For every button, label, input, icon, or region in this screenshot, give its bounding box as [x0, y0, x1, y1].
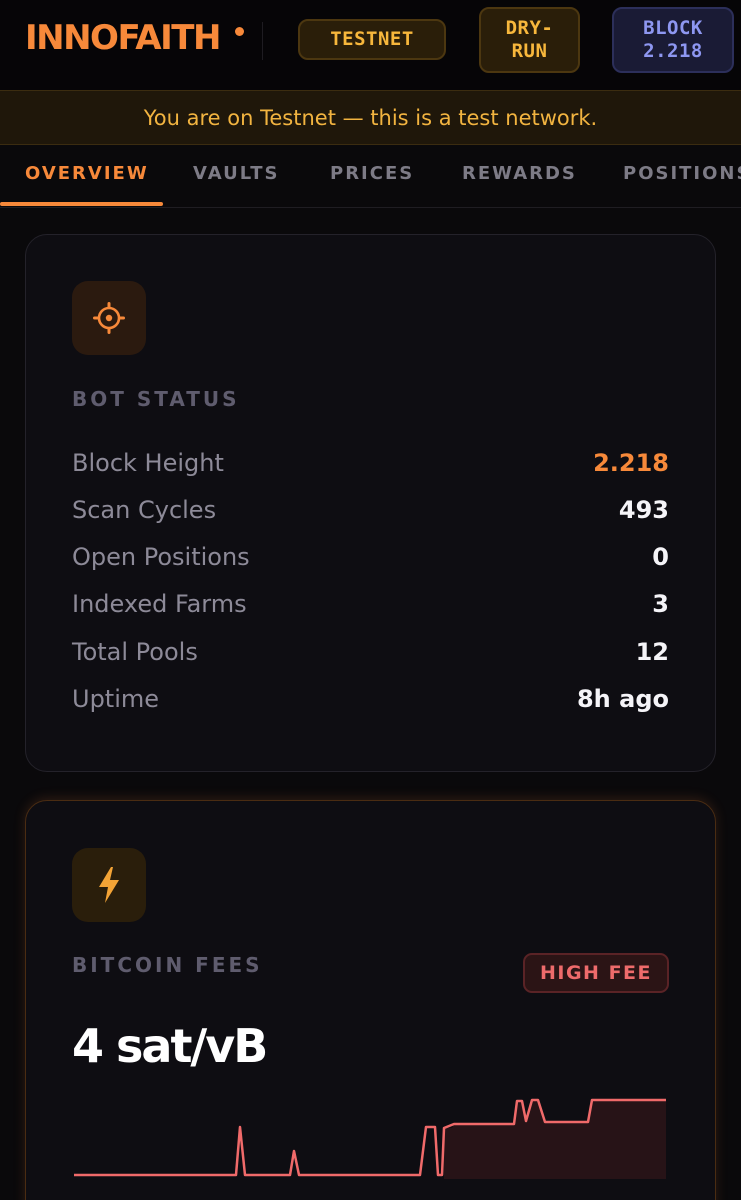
tab-rewards[interactable]: REWARDS — [462, 146, 577, 207]
stat-value: 12 — [635, 638, 669, 666]
tab-bar: OVERVIEW VAULTS PRICES REWARDS POSITIONS — [0, 146, 741, 208]
stat-label: Uptime — [72, 685, 160, 713]
stat-label: Open Positions — [72, 543, 250, 571]
header-divider — [262, 22, 263, 60]
stat-row-indexed-farms: Indexed Farms 3 — [72, 590, 669, 630]
dry-run-badge[interactable]: DRY- RUN — [479, 7, 580, 73]
stat-value: 3 — [652, 590, 669, 618]
stat-row-scan-cycles: Scan Cycles 493 — [72, 496, 669, 536]
stat-value: 0 — [652, 543, 669, 571]
bot-status-card: BOT STATUS Block Height 2.218 Scan Cycle… — [25, 234, 716, 772]
active-tab-indicator — [0, 202, 163, 206]
fee-sparkline — [74, 1098, 666, 1179]
stat-row-total-pools: Total Pools 12 — [72, 638, 669, 678]
bitcoin-fees-card: BITCOIN FEES HIGH FEE 4 sat/vB — [25, 800, 716, 1200]
stat-row-open-positions: Open Positions 0 — [72, 543, 669, 583]
stat-label: Total Pools — [72, 638, 198, 666]
stat-label: Block Height — [72, 449, 224, 477]
network-badge[interactable]: TESTNET — [298, 19, 446, 60]
lightning-icon — [72, 848, 146, 922]
app-logo[interactable]: INNOFAITH — [25, 18, 221, 58]
tab-prices[interactable]: PRICES — [330, 146, 414, 207]
stat-label: Scan Cycles — [72, 496, 217, 524]
tab-positions[interactable]: POSITIONS — [623, 146, 741, 207]
bot-status-title: BOT STATUS — [72, 387, 240, 411]
stat-value: 2.218 — [593, 449, 669, 477]
block-badge[interactable]: BLOCK 2.218 — [612, 7, 734, 73]
tab-vaults[interactable]: VAULTS — [193, 146, 279, 207]
stat-value: 8h ago — [576, 685, 669, 713]
stat-row-block-height: Block Height 2.218 — [72, 449, 669, 489]
bitcoin-fees-title: BITCOIN FEES — [72, 953, 263, 977]
gear-icon — [72, 281, 146, 355]
app-header: INNOFAITH TESTNET DRY- RUN BLOCK 2.218 — [0, 0, 741, 90]
stat-value: 493 — [618, 496, 669, 524]
stat-label: Indexed Farms — [72, 590, 247, 618]
testnet-banner: You are on Testnet — this is a test netw… — [0, 90, 741, 145]
tab-overview[interactable]: OVERVIEW — [25, 146, 149, 207]
status-dot — [235, 27, 244, 36]
high-fee-badge: HIGH FEE — [523, 953, 669, 993]
fee-rate-value: 4 sat/vB — [72, 1019, 268, 1073]
stat-row-uptime: Uptime 8h ago — [72, 685, 669, 725]
